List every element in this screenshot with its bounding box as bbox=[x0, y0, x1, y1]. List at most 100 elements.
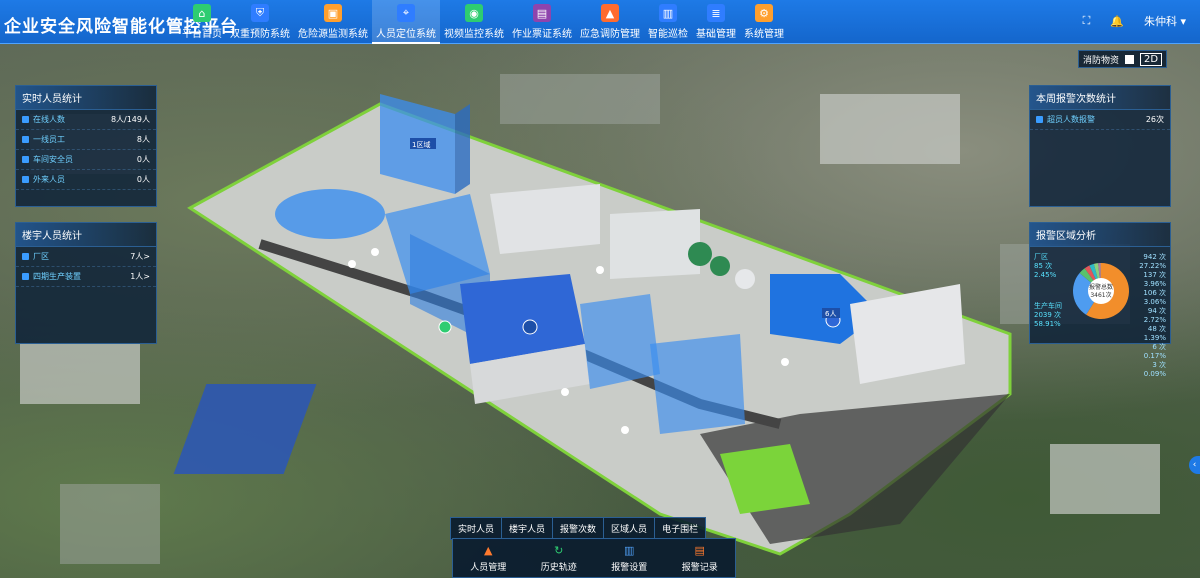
warning-icon: ▲ bbox=[601, 4, 619, 22]
history-icon: ↻ bbox=[554, 544, 564, 557]
nav-item-label: 系统管理 bbox=[744, 29, 784, 40]
stat-row[interactable]: 超员人数报警 26次 bbox=[1030, 110, 1170, 130]
fire-supplies-label: 消防物资 bbox=[1083, 55, 1120, 66]
alarm-area-panel: 报警区域分析 厂区 85 次 2.45% 生产车间 2039 次 58.91% … bbox=[1029, 222, 1171, 378]
stat-value: 26次 bbox=[1145, 115, 1164, 124]
bottom-tab[interactable]: 区域人员 bbox=[604, 518, 656, 539]
area-legend-left: 厂区 85 次 2.45% 生产车间 2039 次 58.91% bbox=[1034, 253, 1062, 329]
monitor-icon: ▣ bbox=[324, 4, 342, 22]
stat-row[interactable]: 四期生产装置 1人> bbox=[16, 267, 156, 287]
patrol-icon: ▥ bbox=[659, 4, 677, 22]
stat-row[interactable]: 车间安全员 0人 bbox=[16, 150, 156, 170]
map-scene[interactable]: 1区域 6人 bbox=[0, 44, 1200, 578]
fullscreen-icon[interactable]: ⛶ bbox=[1083, 14, 1091, 28]
alarm-icon bbox=[1036, 116, 1043, 123]
settings-icon: ⚙ bbox=[755, 4, 773, 22]
area-legend-value: 3 次 bbox=[1152, 361, 1166, 369]
stat-label-text: 在线人数 bbox=[33, 115, 65, 124]
nav-item[interactable]: ≣ 基础管理 bbox=[692, 0, 740, 44]
bottom-action-button[interactable]: ↻ 历史轨迹 bbox=[541, 544, 577, 573]
area-legend-value: 27.22% bbox=[1139, 262, 1166, 270]
panel-title: 楼宇人员统计 bbox=[16, 223, 156, 247]
bottom-action-button[interactable]: ▤ 报警记录 bbox=[682, 544, 718, 573]
stat-label: 一线员工 bbox=[22, 134, 65, 145]
stat-row[interactable]: 在线人数 8人/149人 bbox=[16, 110, 156, 130]
panel-title: 实时人员统计 bbox=[16, 86, 156, 110]
area-legend-value: 106 次 bbox=[1143, 289, 1166, 297]
area-legend-value: 137 次 bbox=[1143, 271, 1166, 279]
chevron-left-icon: ‹ bbox=[1192, 460, 1197, 470]
stat-value: 8人/149人 bbox=[110, 115, 150, 124]
nav-item[interactable]: ⚙ 系统管理 bbox=[740, 0, 788, 44]
stat-label-text: 外来人员 bbox=[33, 175, 65, 184]
realtime-personnel-panel: 实时人员统计 在线人数 8人/149人 一线员工 8人 车间安全员 0人 外来人员 0人 bbox=[15, 85, 157, 207]
bottom-tab[interactable]: 报警次数 bbox=[553, 518, 605, 539]
nav-item[interactable]: ⌂ 平台首页 bbox=[178, 0, 226, 44]
panel-title: 本周报警次数统计 bbox=[1030, 86, 1170, 110]
bottom-tab[interactable]: 实时人员 bbox=[451, 518, 503, 539]
building-icon bbox=[22, 273, 29, 280]
person-icon: ▲ bbox=[484, 544, 493, 557]
area-legend-value: 6 次 bbox=[1152, 343, 1166, 351]
area-legend-value: 1.39% bbox=[1143, 334, 1166, 342]
nav-item[interactable]: ▲ 应急调防管理 bbox=[576, 0, 644, 44]
bottom-tab[interactable]: 楼宇人员 bbox=[502, 518, 554, 539]
donut-center-label: 报警总数 bbox=[1089, 283, 1113, 291]
stat-value: 0人 bbox=[136, 155, 150, 164]
nav-item-label: 基础管理 bbox=[696, 29, 736, 40]
nav-item[interactable]: ⛨ 双重预防系统 bbox=[226, 0, 294, 44]
bottom-tab[interactable]: 电子围栏 bbox=[655, 518, 705, 539]
nav-item-label: 平台首页 bbox=[182, 29, 222, 40]
bell-icon[interactable]: 🔔 bbox=[1110, 15, 1124, 28]
nav-item[interactable]: ▥ 智能巡检 bbox=[644, 0, 692, 44]
stat-row[interactable]: 一线员工 8人 bbox=[16, 130, 156, 150]
area-legend-value: 3.96% bbox=[1143, 280, 1166, 288]
home-icon: ⌂ bbox=[193, 4, 211, 22]
nav-item-label: 人员定位系统 bbox=[376, 29, 436, 40]
view-2d-button[interactable]: 2D bbox=[1140, 52, 1163, 66]
area-legend-value: 0.09% bbox=[1143, 370, 1166, 378]
nav-item[interactable]: ◉ 视频监控系统 bbox=[440, 0, 508, 44]
stat-value: 1人> bbox=[130, 272, 150, 281]
bottom-action-button[interactable]: ▲ 人员管理 bbox=[470, 544, 506, 573]
nav-item-label: 双重预防系统 bbox=[230, 29, 290, 40]
stat-label-text: 车间安全员 bbox=[33, 155, 73, 164]
building-personnel-panel: 楼宇人员统计 厂区 7人> 四期生产装置 1人> bbox=[15, 222, 157, 344]
area-pct: 58.91% bbox=[1034, 320, 1061, 328]
people-marker-label[interactable]: 6人 bbox=[825, 310, 836, 318]
area-legend-value: 942 次 bbox=[1143, 253, 1166, 261]
stat-label-text: 一线员工 bbox=[33, 135, 65, 144]
bottom-action-label: 报警设置 bbox=[611, 562, 648, 573]
stat-row[interactable]: 厂区 7人> bbox=[16, 247, 156, 267]
area-legend-value: 2.72% bbox=[1143, 316, 1166, 324]
donut-center-value: 3461次 bbox=[1090, 291, 1111, 299]
stat-label-text: 厂区 bbox=[33, 252, 49, 261]
database-icon: ≣ bbox=[707, 4, 725, 22]
bottom-tabs: 实时人员 楼宇人员 报警次数 区域人员 电子围栏 bbox=[450, 517, 707, 540]
stat-value: 0人 bbox=[136, 175, 150, 184]
bottom-action-button[interactable]: ▥ 报警设置 bbox=[611, 544, 647, 573]
shield-icon: ⛨ bbox=[251, 4, 269, 22]
panel-title: 报警区域分析 bbox=[1030, 223, 1170, 247]
factory-3d-model[interactable]: 1区域 6人 bbox=[0, 44, 1200, 578]
main-nav: ⌂ 平台首页 ⛨ 双重预防系统 ▣ 危险源监测系统 ⌖ 人员定位系统 ◉ 视频监控系统 ▤ 作业票证系… bbox=[178, 0, 788, 44]
fire-supplies-checkbox[interactable] bbox=[1125, 54, 1135, 64]
nav-item[interactable]: ⌖ 人员定位系统 bbox=[372, 0, 440, 44]
user-name: 朱仲科 bbox=[1143, 15, 1177, 28]
bottom-actions: ▲ 人员管理 ↻ 历史轨迹 ▥ 报警设置 ▤ 报警记录 bbox=[452, 538, 736, 578]
area-value: 85 次 bbox=[1034, 262, 1053, 270]
area-label: 厂区 bbox=[1034, 253, 1048, 261]
area-legend-value: 94 次 bbox=[1147, 307, 1166, 315]
nav-item[interactable]: ▤ 作业票证系统 bbox=[508, 0, 576, 44]
alarm-record-icon: ▤ bbox=[694, 544, 705, 557]
nav-item-label: 应急调防管理 bbox=[580, 29, 640, 40]
expand-panel-handle[interactable]: ‹ bbox=[1189, 456, 1200, 474]
user-menu[interactable]: 朱仲科 ▾ bbox=[1144, 13, 1186, 29]
alarm-area-donut[interactable]: 报警总数 3461次 bbox=[1071, 261, 1131, 321]
stat-label: 车间安全员 bbox=[22, 154, 73, 165]
alarm-settings-icon: ▥ bbox=[624, 544, 635, 557]
stat-row[interactable]: 外来人员 0人 bbox=[16, 170, 156, 190]
nav-item[interactable]: ▣ 危险源监测系统 bbox=[294, 0, 372, 44]
person-icon bbox=[22, 136, 29, 143]
stat-value: 8人 bbox=[136, 135, 150, 144]
